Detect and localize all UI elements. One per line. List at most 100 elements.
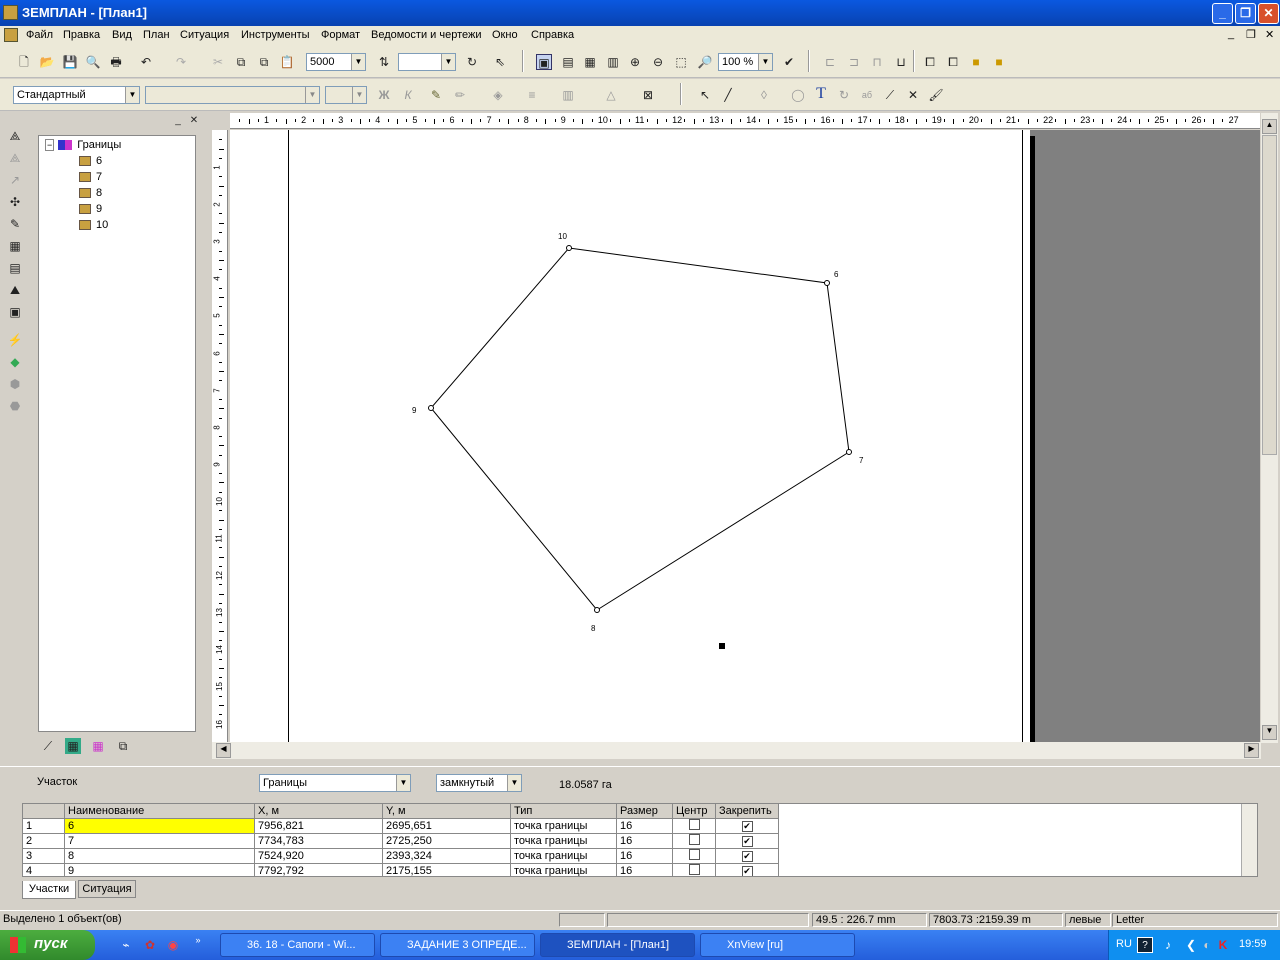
table-view-icon[interactable]: ▤: [560, 54, 576, 70]
tool-parcel-edit-icon[interactable]: ⟁: [7, 150, 23, 166]
type-cell[interactable]: точка границы: [510, 863, 617, 876]
zoom-combo[interactable]: 100 % ▼: [718, 53, 773, 71]
scroll-left-button[interactable]: ◀: [216, 743, 231, 758]
selection-handle[interactable]: [719, 643, 725, 649]
measure-icon[interactable]: ⟋: [882, 87, 898, 103]
tool-table-icon[interactable]: ▤: [7, 260, 23, 276]
boundary-point[interactable]: [428, 405, 434, 411]
tab-layers-icon[interactable]: ▦: [65, 738, 81, 754]
line-tool-icon[interactable]: ╱: [720, 87, 736, 103]
zoom-all-icon[interactable]: 🔎: [697, 54, 713, 70]
tool-object-icon[interactable]: ⬢: [7, 376, 23, 392]
y-cell[interactable]: 2725,250: [382, 833, 511, 849]
column-header[interactable]: Центр: [672, 804, 716, 819]
tool-layers-icon[interactable]: ◆: [7, 354, 23, 370]
copy-icon[interactable]: ⧉: [233, 54, 249, 70]
boundary-point[interactable]: [824, 280, 830, 286]
pointer-icon[interactable]: ↖: [697, 87, 713, 103]
tool-road-icon[interactable]: ⛰: [7, 282, 23, 298]
copy-special-icon[interactable]: ⧉: [256, 54, 272, 70]
minimize-button[interactable]: _: [1212, 3, 1233, 24]
menu-situation[interactable]: Ситуация: [180, 29, 229, 41]
view-mode-icon[interactable]: ▣: [536, 54, 552, 70]
x-cell[interactable]: 7956,821: [254, 818, 383, 834]
select-help-icon[interactable]: ⇖: [492, 54, 508, 70]
redo-icon[interactable]: ↷: [173, 54, 189, 70]
table-row[interactable]: 3 8 7524,920 2393,324 точка границы 16 ✔: [23, 848, 779, 864]
name-cell[interactable]: 8: [64, 848, 255, 864]
boundary-point[interactable]: [846, 449, 852, 455]
drawing-canvas[interactable]: 10 6 7 8 9: [230, 130, 1260, 742]
boundary-point[interactable]: [566, 245, 572, 251]
language-indicator[interactable]: RU: [1116, 938, 1132, 950]
scale-combo[interactable]: 5000 ▼: [306, 53, 366, 71]
bold-button[interactable]: Ж: [376, 87, 392, 103]
tool-arrow-icon[interactable]: ↗: [7, 172, 23, 188]
tray-app-icon[interactable]: ◐: [1199, 937, 1215, 953]
parcel-drawing[interactable]: 10 6 7 8 9: [230, 130, 1030, 742]
document-icon[interactable]: [4, 28, 18, 42]
bring-front-icon[interactable]: ⧠: [922, 54, 938, 70]
close-button[interactable]: ✕: [1258, 3, 1279, 24]
tab-sheets-icon[interactable]: ⧉: [115, 738, 131, 754]
text-tool-icon[interactable]: T: [813, 86, 829, 102]
menu-reports[interactable]: Ведомости и чертежи: [371, 29, 482, 41]
vertical-scrollbar[interactable]: ▲ ▼: [1261, 113, 1278, 743]
menu-view[interactable]: Вид: [112, 29, 132, 41]
center-checkbox[interactable]: [688, 834, 700, 845]
print-preview-icon[interactable]: 🔍: [85, 54, 101, 70]
menu-file[interactable]: Файл: [26, 29, 53, 41]
panel-close-button[interactable]: ✕: [186, 113, 202, 129]
tab-situation[interactable]: Ситуация: [78, 880, 136, 898]
line-width-icon[interactable]: ▥: [560, 87, 576, 103]
zoom-out-icon[interactable]: ⊖: [650, 54, 666, 70]
format-painter-icon[interactable]: ✎: [428, 87, 444, 103]
delete-vertex-icon[interactable]: ✕: [905, 87, 921, 103]
align-center-icon[interactable]: ⊐: [846, 54, 862, 70]
tree-item[interactable]: 9: [79, 203, 102, 215]
line-style-icon[interactable]: ≡: [524, 87, 540, 103]
tree-item[interactable]: 10: [79, 219, 108, 231]
open-icon[interactable]: 📂: [39, 54, 55, 70]
fill-color-icon[interactable]: ◈: [490, 87, 506, 103]
table-row[interactable]: 2 7 7734,783 2725,250 точка границы 16 ✔: [23, 833, 779, 849]
collapse-icon[interactable]: −: [45, 139, 55, 151]
rotate-icon[interactable]: ↻: [464, 54, 480, 70]
screen-view-icon[interactable]: ▥: [605, 54, 621, 70]
center-checkbox[interactable]: [688, 849, 700, 860]
maximize-button[interactable]: ❐: [1235, 3, 1256, 24]
north-arrow-icon[interactable]: ⇅: [376, 54, 392, 70]
scroll-right-button[interactable]: ▶: [1244, 743, 1259, 758]
size-cell[interactable]: 16: [616, 863, 673, 876]
start-button[interactable]: пуск: [0, 930, 95, 960]
symbol-icon[interactable]: △: [603, 87, 619, 103]
align-left-icon[interactable]: ⊏: [822, 54, 838, 70]
table-row[interactable]: 1 6 7956,821 2695,651 точка границы 16 ✔: [23, 818, 779, 834]
scroll-up-button[interactable]: ▲: [1262, 119, 1277, 134]
center-checkbox[interactable]: [688, 819, 700, 830]
quicklaunch-expand-icon[interactable]: »: [190, 932, 206, 948]
table-row[interactable]: 4 9 7792,792 2175,155 точка границы 16 ✔: [23, 863, 779, 876]
group-icon[interactable]: ■: [968, 54, 984, 70]
tree-item[interactable]: 7: [79, 171, 102, 183]
pattern-icon[interactable]: ⊠: [640, 87, 656, 103]
type-cell[interactable]: точка границы: [510, 833, 617, 849]
tree-item[interactable]: 6: [79, 155, 102, 167]
tool-sheet-icon[interactable]: ▣: [7, 304, 23, 320]
menu-format[interactable]: Формат: [321, 29, 360, 41]
size-cell[interactable]: 16: [616, 848, 673, 864]
line-color-icon[interactable]: ✏: [452, 87, 468, 103]
font-combo[interactable]: ▼: [145, 86, 320, 104]
help-icon[interactable]: ?: [1137, 937, 1153, 953]
mdi-restore-button[interactable]: ❐: [1246, 28, 1256, 41]
type-cell[interactable]: точка границы: [510, 848, 617, 864]
closure-combo[interactable]: замкнутый ▼: [436, 774, 522, 792]
name-cell[interactable]: 7: [64, 833, 255, 849]
object-tree[interactable]: − Границы 6 7 8 9 10: [38, 135, 196, 732]
menu-help[interactable]: Справка: [531, 29, 574, 41]
panel-minimize-button[interactable]: _: [170, 113, 186, 129]
column-header[interactable]: Размер: [616, 804, 673, 819]
label-tool-icon[interactable]: аб: [859, 87, 875, 103]
tool-axes-icon[interactable]: ✣: [7, 194, 23, 210]
fix-checkbox[interactable]: ✔: [741, 851, 753, 862]
